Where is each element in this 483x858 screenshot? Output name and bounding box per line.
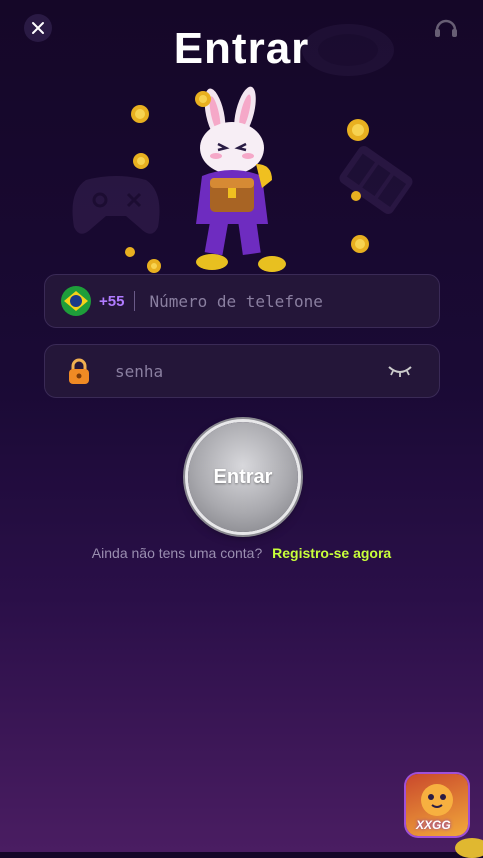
brazil-flag-icon[interactable] <box>61 286 91 316</box>
gamepad-icon <box>72 176 160 234</box>
app-shortcut-icon[interactable]: XXGG <box>406 774 468 836</box>
divider <box>134 291 136 311</box>
coin-icon <box>125 247 135 257</box>
country-code[interactable]: +55 <box>99 293 124 310</box>
app-brand-label: XXGG <box>416 818 451 832</box>
login-button-label: Entrar <box>213 465 273 488</box>
password-input[interactable] <box>113 360 387 382</box>
register-prompt: Ainda não tens uma conta? <box>91 545 263 561</box>
rabbit-mascot-icon <box>196 86 286 272</box>
phone-input[interactable] <box>147 290 439 312</box>
phone-field[interactable]: +55 <box>44 274 440 328</box>
coin-icon <box>351 191 361 201</box>
slot-machine-icon <box>339 145 413 215</box>
register-row: Ainda não tens uma conta? Registro-se ag… <box>0 545 483 561</box>
coin-icon <box>147 259 161 273</box>
coin-icon <box>351 235 369 253</box>
coin-icon <box>347 119 369 141</box>
coin-icon <box>455 838 483 858</box>
page-title: Entrar <box>173 24 310 73</box>
register-link[interactable]: Registro-se agora <box>272 545 391 561</box>
lock-icon <box>69 358 89 384</box>
password-field[interactable] <box>44 344 440 398</box>
coin-icon <box>131 105 149 123</box>
coin-icon <box>133 153 149 169</box>
eye-closed-icon[interactable] <box>387 363 413 379</box>
login-button[interactable]: Entrar <box>188 422 298 532</box>
coin-icon <box>195 91 211 107</box>
